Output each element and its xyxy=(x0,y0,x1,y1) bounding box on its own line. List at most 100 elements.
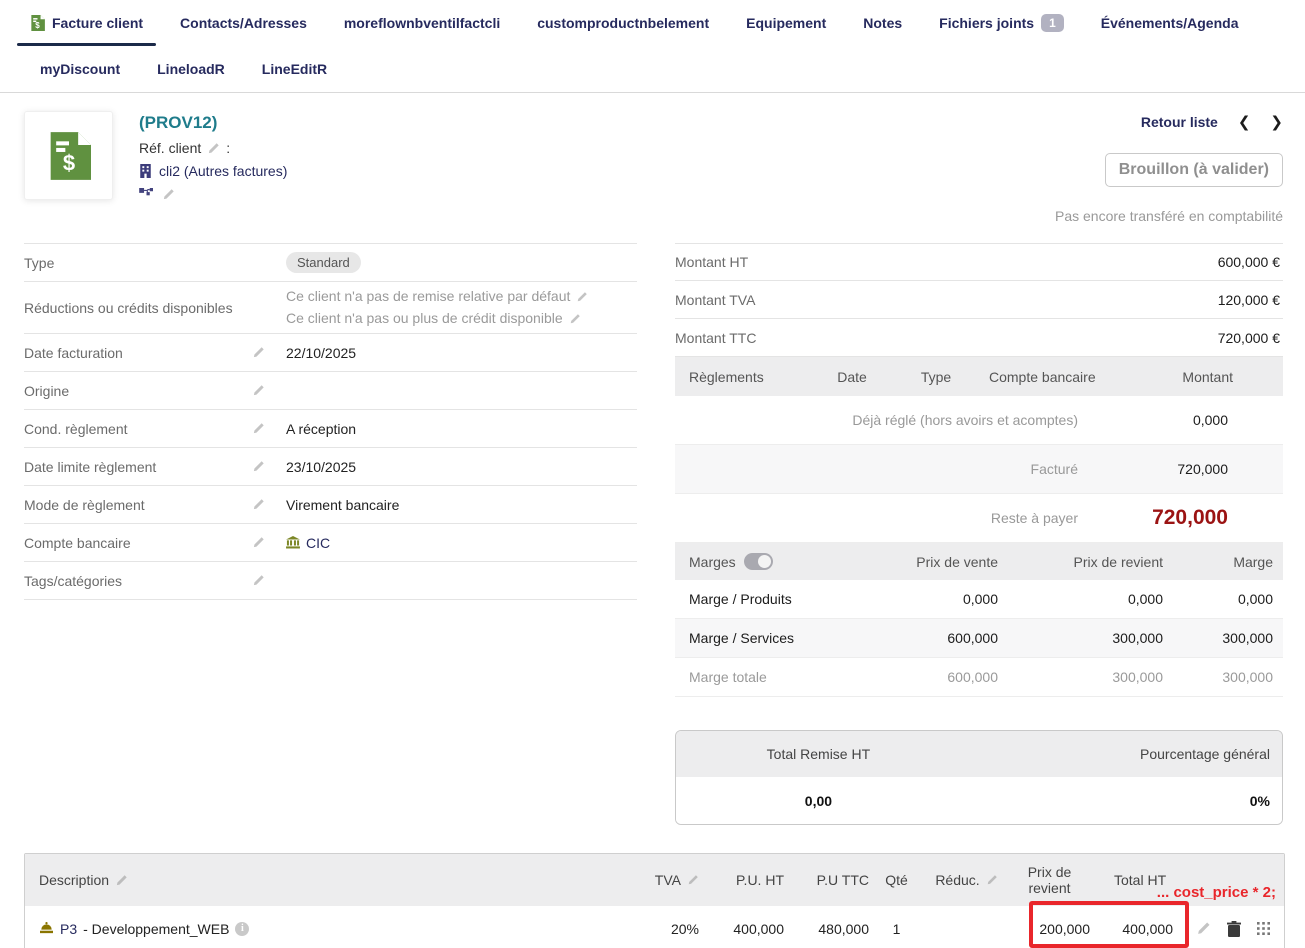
edit-compte-bancaire-icon[interactable] xyxy=(252,536,265,549)
header-left: $ (PROV12) Réf. client : cli2 (Autres fa… xyxy=(24,111,287,243)
margins-toggle[interactable] xyxy=(744,553,773,570)
tab-equipement[interactable]: Equipement xyxy=(746,0,826,46)
field-label: Cond. règlement xyxy=(24,421,252,437)
edit-mode-reglement-icon[interactable] xyxy=(252,498,265,511)
margins-header-marge: Marge xyxy=(1163,554,1273,570)
margins-value: 300,000 xyxy=(1163,630,1273,646)
lines-header-qte: Qté xyxy=(869,872,924,888)
discount-total-value: 0,00 xyxy=(676,793,961,809)
field-row-origine: Origine xyxy=(24,372,637,410)
field-row-discounts: Réductions ou crédits disponibles Ce cli… xyxy=(24,282,637,334)
product-label: - Developpement_WEB xyxy=(83,921,229,937)
svg-text:$: $ xyxy=(62,150,74,175)
discount-header-total: Total Remise HT xyxy=(676,746,961,762)
field-value: 22/10/2025 xyxy=(286,345,637,361)
tab-label: customproductnbelement xyxy=(537,15,709,31)
project-sitemap-icon[interactable] xyxy=(139,188,154,201)
margins-value: 0,000 xyxy=(998,591,1163,607)
field-label: Date facturation xyxy=(24,345,252,361)
edit-cond-reglement-icon[interactable] xyxy=(252,422,265,435)
status-badge: Brouillon (à valider) xyxy=(1105,153,1283,187)
tab-notes[interactable]: Notes xyxy=(863,0,902,46)
back-to-list-link[interactable]: Retour liste xyxy=(1141,114,1218,130)
field-row-date-limite: Date limite règlement 23/10/2025 xyxy=(24,448,637,486)
margins-label: Marge / Produits xyxy=(689,591,833,607)
margins-value: 600,000 xyxy=(833,630,998,646)
tab-label: Fichiers joints xyxy=(939,15,1034,31)
status-row: Brouillon (à valider) xyxy=(953,153,1283,187)
edit-date-limite-icon[interactable] xyxy=(252,460,265,473)
tab-moreflownbventilfactcli[interactable]: moreflownbventilfactcli xyxy=(344,0,500,46)
margins-header-revient: Prix de revient xyxy=(998,554,1163,570)
invoice-lines-table: Description TVA P.U. HT P.U TTC Qté Rédu… xyxy=(24,853,1285,948)
line-puht: 400,000 xyxy=(699,921,784,937)
field-label: Mode de règlement xyxy=(24,497,252,513)
tab-lineeditr[interactable]: LineEditR xyxy=(262,46,327,92)
bank-account-link[interactable]: CIC xyxy=(306,535,330,551)
line-cost-price: 200,000 xyxy=(1009,921,1104,937)
field-label: Réductions ou crédits disponibles xyxy=(24,300,252,316)
field-label: Date limite règlement xyxy=(24,459,252,475)
field-row-tags: Tags/catégories xyxy=(24,562,637,600)
payments-value: 720,000 xyxy=(1078,461,1283,477)
discount-note-2: Ce client n'a pas ou plus de crédit disp… xyxy=(286,308,563,330)
margins-value: 0,000 xyxy=(833,591,998,607)
lines-header-puttc: P.U TTC xyxy=(784,872,869,888)
lines-header-cost-price: Prix de revient xyxy=(1009,864,1104,896)
field-label: Compte bancaire xyxy=(24,535,252,551)
tab-evenements-agenda[interactable]: Événements/Agenda xyxy=(1101,0,1239,46)
payments-header-date: Date xyxy=(807,369,897,385)
product-ref-link[interactable]: P3 xyxy=(60,921,77,937)
edit-date-icon[interactable] xyxy=(252,346,265,359)
payments-label: Déjà réglé (hors avoirs et acomptes) xyxy=(852,412,1078,428)
payments-header-type: Type xyxy=(897,369,975,385)
ref-client-row: Réf. client : xyxy=(139,140,287,156)
margins-row-produits: Marge / Produits 0,000 0,000 0,000 xyxy=(675,580,1283,619)
margins-value: 300,000 xyxy=(998,630,1163,646)
margins-label: Marge / Services xyxy=(689,630,833,646)
edit-origine-icon[interactable] xyxy=(252,384,265,397)
tab-label: Equipement xyxy=(746,15,826,31)
payments-label: Facturé xyxy=(1031,461,1078,477)
field-label: Origine xyxy=(24,383,252,399)
edit-description-icon[interactable] xyxy=(115,874,128,887)
edit-credit-discount-icon[interactable] xyxy=(569,313,581,325)
tab-mydiscount[interactable]: myDiscount xyxy=(40,46,120,92)
info-icon[interactable]: i xyxy=(235,922,249,936)
payments-header: Règlements Date Type Compte bancaire Mon… xyxy=(675,357,1283,396)
invoice-file-icon: $ xyxy=(47,131,91,181)
edit-ref-client-icon[interactable] xyxy=(207,142,220,155)
field-row-date-facturation: Date facturation 22/10/2025 xyxy=(24,334,637,372)
thirdparty-link[interactable]: cli2 (Autres factures) xyxy=(159,163,287,179)
tab-lineloadr[interactable]: LineloadR xyxy=(157,46,225,92)
edit-relative-discount-icon[interactable] xyxy=(576,291,588,303)
line-tva: 20% xyxy=(589,921,699,937)
edit-reduc-icon[interactable] xyxy=(986,874,998,886)
edit-project-icon[interactable] xyxy=(162,188,175,201)
chevron-left-icon[interactable]: ❮ xyxy=(1238,113,1251,131)
delete-line-icon[interactable] xyxy=(1227,921,1241,937)
field-label: Tags/catégories xyxy=(24,573,252,589)
tab-label: Facture client xyxy=(52,15,143,31)
tab-label: myDiscount xyxy=(40,61,120,77)
field-value: 23/10/2025 xyxy=(286,459,637,475)
chevron-right-icon[interactable]: ❯ xyxy=(1270,113,1283,131)
edit-tags-icon[interactable] xyxy=(252,574,265,587)
edit-line-icon[interactable] xyxy=(1196,921,1211,936)
tab-facture-client[interactable]: $ Facture client xyxy=(30,0,143,46)
service-icon xyxy=(39,922,54,935)
payments-row-reste-a-payer: Reste à payer 720,000 xyxy=(675,494,1283,543)
invoice-photo-box: $ xyxy=(24,111,113,200)
project-row xyxy=(139,188,287,201)
payments-row-deja-regle: Déjà réglé (hors avoirs et acomptes) 0,0… xyxy=(675,396,1283,445)
discount-summary-box: Total Remise HT Pourcentage général 0,00… xyxy=(675,730,1283,825)
discount-pct-value: 0% xyxy=(961,793,1282,809)
edit-tva-icon[interactable] xyxy=(687,874,699,886)
tab-fichiers-joints[interactable]: Fichiers joints 1 xyxy=(939,0,1064,46)
drag-handle-icon[interactable] xyxy=(1257,922,1270,935)
field-value: A réception xyxy=(286,421,637,437)
line-puttc: 480,000 xyxy=(784,921,869,937)
discount-note-1: Ce client n'a pas de remise relative par… xyxy=(286,286,570,308)
tab-contacts-adresses[interactable]: Contacts/Adresses xyxy=(180,0,307,46)
tab-customproductnbelement[interactable]: customproductnbelement xyxy=(537,0,709,46)
